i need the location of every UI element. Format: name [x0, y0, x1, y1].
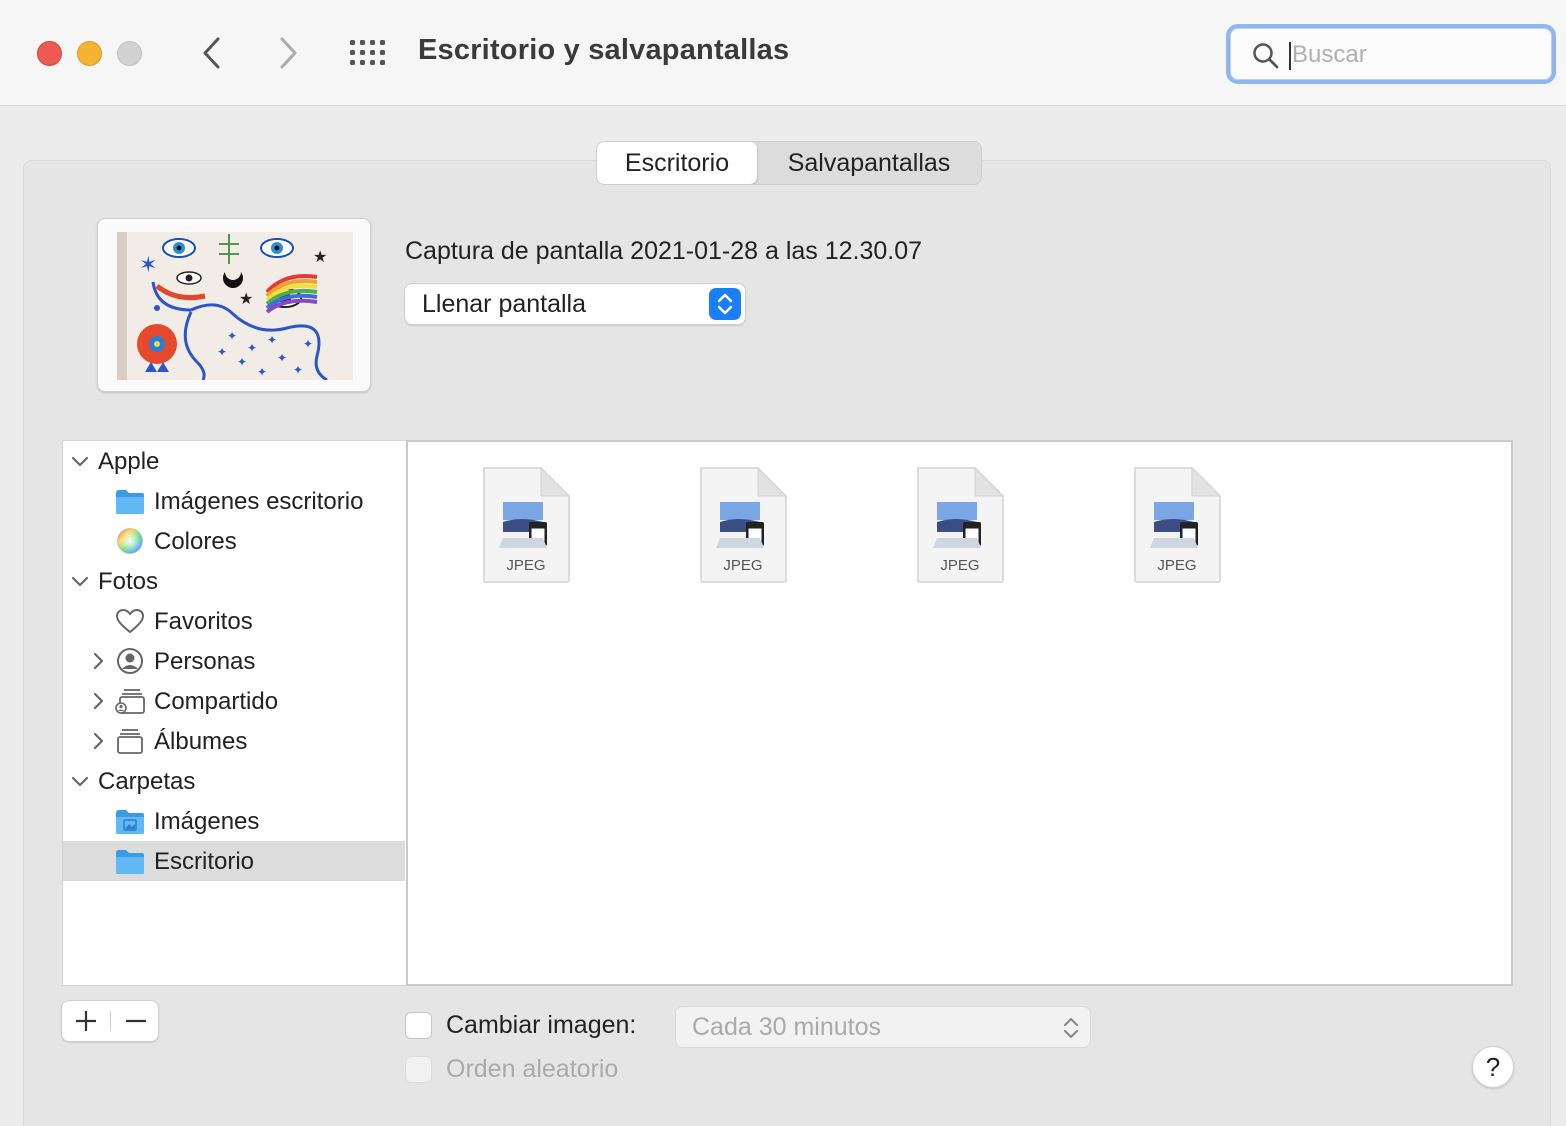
sidebar-item-label: Álbumes — [154, 728, 248, 755]
select-stepper-icon — [709, 288, 741, 320]
remove-folder-button[interactable] — [112, 1001, 160, 1041]
svg-text:✦: ✦ — [257, 365, 267, 379]
image-browser: JPEG JPEG JPEG JPEG — [406, 440, 1513, 986]
change-picture-label: Cambiar imagen: — [446, 1011, 637, 1039]
svg-text:✦: ✦ — [277, 351, 287, 365]
group-fotos-label: Fotos — [98, 568, 159, 595]
group-carpetas-label: Carpetas — [98, 768, 196, 795]
text-caret — [1289, 42, 1291, 70]
folder-icon — [116, 490, 144, 514]
svg-text:✦: ✦ — [247, 341, 257, 355]
chevron-right-icon[interactable] — [88, 731, 108, 751]
sidebar-item-imagenes[interactable]: Imágenes — [63, 801, 405, 841]
change-picture-checkbox[interactable] — [405, 1012, 432, 1039]
add-folder-button[interactable] — [62, 1001, 110, 1041]
help-button[interactable]: ? — [1472, 1046, 1514, 1088]
chevron-right-icon — [280, 37, 297, 69]
tab-bar: Escritorio Salvapantallas — [596, 141, 982, 185]
source-list: Apple Imágenes escritorio Colores Fotos … — [62, 440, 406, 986]
tab-salvapantallas[interactable]: Salvapantallas — [757, 142, 981, 184]
close-window-button[interactable] — [37, 41, 62, 66]
minimize-window-button[interactable] — [77, 41, 102, 66]
pictures-folder-icon — [116, 810, 144, 834]
random-order-label: Orden aleatorio — [446, 1055, 619, 1083]
title-bar: Escritorio y salvapantallas — [0, 0, 1566, 106]
svg-text:✦: ✦ — [217, 345, 227, 359]
sidebar-item-label: Escritorio — [154, 848, 255, 875]
jpeg-file-icon[interactable]: JPEG — [698, 466, 788, 584]
minus-icon — [126, 1019, 146, 1023]
sidebar-item-albumes[interactable]: Álbumes — [63, 721, 405, 761]
sidebar-item-escritorio[interactable]: Escritorio — [63, 841, 405, 881]
sidebar-item-label: Personas — [154, 648, 256, 675]
svg-text:✦: ✦ — [267, 333, 277, 347]
svg-text:✶: ✶ — [139, 253, 157, 278]
chevron-down-icon — [71, 576, 89, 587]
group-apple-label: Apple — [98, 448, 160, 475]
current-image-name: Captura de pantalla 2021-01-28 a las 12.… — [405, 237, 923, 265]
sidebar-item-label: Compartido — [154, 688, 279, 715]
svg-text:✦: ✦ — [303, 337, 313, 351]
folder-icon — [116, 850, 144, 874]
back-button[interactable] — [192, 30, 232, 76]
chevron-left-icon — [203, 37, 220, 69]
fill-mode-value: Llenar pantalla — [422, 290, 587, 318]
wallpaper-thumbnail-image: ✶ ★ ★ ✦✦✦ ✦ ✦✦ ✦ ✦✦ — [117, 232, 353, 380]
svg-text:✦: ✦ — [227, 329, 237, 343]
file-type-label: JPEG — [506, 557, 545, 574]
divider — [110, 1011, 111, 1031]
person-icon — [117, 648, 143, 674]
tab-escritorio[interactable]: Escritorio — [597, 142, 757, 184]
sidebar-item-colores[interactable]: Colores — [63, 521, 405, 561]
svg-text:★: ★ — [313, 247, 327, 266]
group-apple[interactable]: Apple — [63, 441, 405, 481]
plus-icon — [76, 1011, 96, 1031]
file-type-label: JPEG — [1157, 557, 1196, 574]
chevron-down-icon — [71, 456, 89, 467]
svg-text:✦: ✦ — [237, 355, 247, 369]
shared-album-icon — [115, 689, 145, 714]
chevron-down-icon — [71, 776, 89, 787]
sidebar-item-imagenes-escritorio[interactable]: Imágenes escritorio — [63, 481, 405, 521]
show-all-grid-icon[interactable] — [348, 38, 388, 68]
interval-value: Cada 30 minutos — [692, 1013, 882, 1041]
group-fotos[interactable]: Fotos — [63, 561, 405, 601]
file-type-label: JPEG — [723, 557, 762, 574]
zoom-window-button[interactable] — [117, 41, 142, 66]
sidebar-item-label: Favoritos — [154, 608, 253, 635]
svg-text:✦: ✦ — [293, 363, 303, 377]
window-title: Escritorio y salvapantallas — [418, 34, 790, 66]
search-input[interactable] — [1292, 39, 1542, 71]
fill-mode-select[interactable]: Llenar pantalla — [404, 283, 746, 325]
search-field[interactable] — [1226, 24, 1556, 84]
chevron-right-icon[interactable] — [88, 651, 108, 671]
wallpaper-preview: ✶ ★ ★ ✦ ✦ ✦ ✦ ✦ ✦ ✦ ✦ ✦ — [97, 218, 371, 392]
interval-select[interactable]: Cada 30 minutos — [675, 1006, 1091, 1048]
select-stepper-icon — [1063, 1017, 1079, 1039]
sidebar-item-label: Colores — [154, 528, 237, 555]
sidebar-item-compartido[interactable]: Compartido — [63, 681, 405, 721]
random-order-checkbox[interactable] — [405, 1056, 432, 1083]
heart-icon — [115, 608, 145, 634]
svg-text:★: ★ — [239, 289, 253, 308]
jpeg-file-icon[interactable]: JPEG — [1132, 466, 1222, 584]
group-carpetas[interactable]: Carpetas — [63, 761, 405, 801]
sidebar-item-label: Imágenes — [154, 808, 260, 835]
jpeg-file-icon[interactable]: JPEG — [915, 466, 1005, 584]
forward-button[interactable] — [268, 30, 308, 76]
add-remove-control — [61, 1000, 159, 1042]
search-icon — [1253, 43, 1279, 69]
sidebar-item-label: Imágenes escritorio — [154, 488, 364, 515]
sidebar-item-favoritos[interactable]: Favoritos — [63, 601, 405, 641]
albums-icon — [117, 729, 143, 754]
jpeg-file-icon[interactable]: JPEG — [481, 466, 571, 584]
chevron-right-icon[interactable] — [88, 691, 108, 711]
color-wheel-icon — [117, 528, 143, 554]
file-type-label: JPEG — [940, 557, 979, 574]
sidebar-item-personas[interactable]: Personas — [63, 641, 405, 681]
